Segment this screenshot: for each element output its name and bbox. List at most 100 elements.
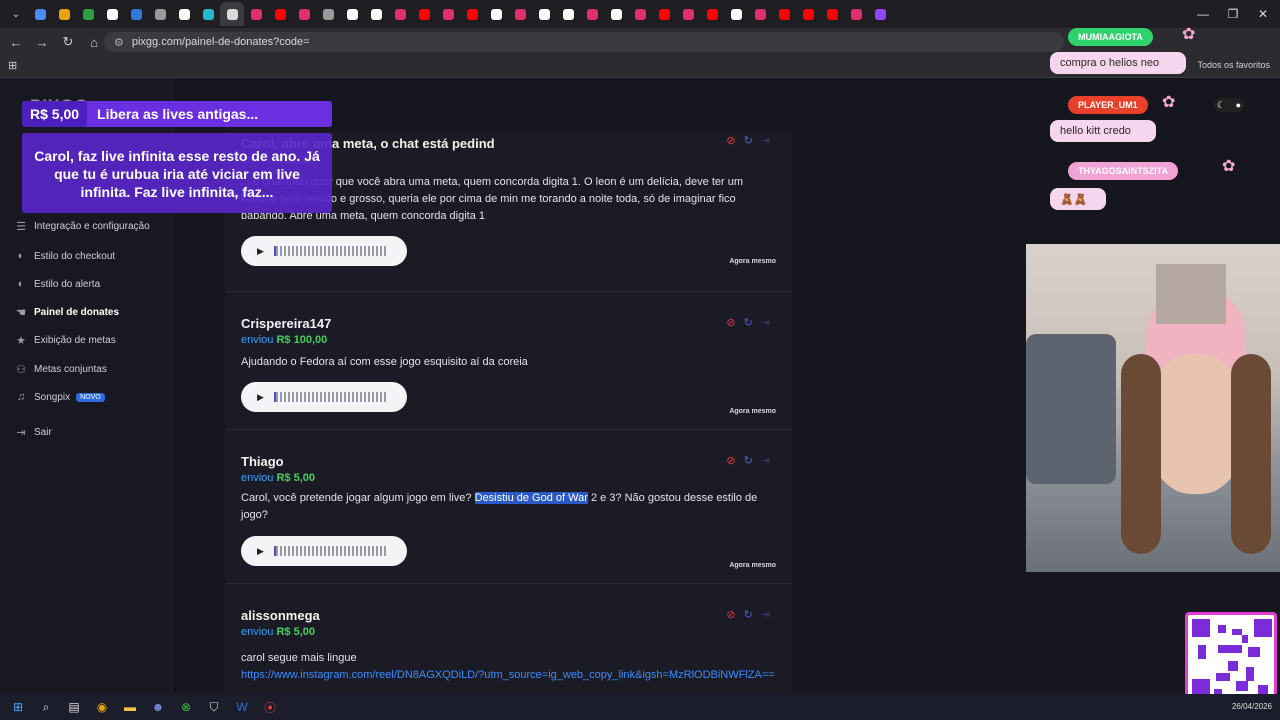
browser-tab[interactable] bbox=[268, 2, 292, 26]
browser-tab[interactable] bbox=[628, 2, 652, 26]
browser-tab[interactable] bbox=[484, 2, 508, 26]
flower-icon: ✿ bbox=[1222, 158, 1236, 175]
xbox-icon[interactable]: ⊗ bbox=[172, 695, 200, 719]
reload-icon[interactable]: ↻ bbox=[56, 30, 80, 54]
skip-icon[interactable]: ⇥ bbox=[761, 608, 770, 621]
skip-icon[interactable]: ⇥ bbox=[761, 316, 770, 329]
sent-prefix: enviou bbox=[241, 472, 274, 484]
browser-tab[interactable] bbox=[220, 2, 244, 26]
play-icon[interactable]: ▶ bbox=[257, 246, 264, 257]
browser-tab[interactable] bbox=[340, 2, 364, 26]
waveform[interactable] bbox=[273, 392, 386, 402]
audio-player[interactable]: ▶ bbox=[241, 236, 407, 266]
forward-icon[interactable]: → bbox=[30, 30, 54, 54]
replay-icon[interactable]: ↻ bbox=[744, 454, 753, 467]
browser-tab[interactable] bbox=[244, 2, 268, 26]
hair-shape bbox=[1121, 354, 1161, 554]
qr-code[interactable] bbox=[1185, 612, 1277, 702]
search-icon[interactable]: ⌕ bbox=[32, 695, 60, 719]
replay-icon[interactable]: ↻ bbox=[744, 316, 753, 329]
browser-tab[interactable] bbox=[292, 2, 316, 26]
home-icon[interactable]: ⌂ bbox=[82, 30, 106, 54]
browser-tab-bar: ⌄ bbox=[0, 0, 1280, 28]
browser-tab[interactable] bbox=[796, 2, 820, 26]
browser-tab[interactable] bbox=[76, 2, 100, 26]
tab-search-icon[interactable]: ⌄ bbox=[4, 2, 28, 26]
waveform[interactable] bbox=[273, 246, 386, 256]
audio-player[interactable]: ▶ bbox=[241, 536, 407, 566]
browser-tab[interactable] bbox=[532, 2, 556, 26]
browser-tab[interactable] bbox=[868, 2, 892, 26]
block-icon[interactable]: ⊘ bbox=[726, 454, 735, 467]
browser-tab[interactable] bbox=[388, 2, 412, 26]
task-view-icon[interactable]: ▤ bbox=[60, 695, 88, 719]
browser-tab[interactable] bbox=[724, 2, 748, 26]
apps-icon[interactable]: ⊞ bbox=[8, 59, 17, 72]
browser-tab[interactable] bbox=[556, 2, 580, 26]
browser-tab[interactable] bbox=[676, 2, 700, 26]
skip-icon[interactable]: ⇥ bbox=[761, 454, 770, 467]
browser-tab[interactable] bbox=[316, 2, 340, 26]
donor-name: Thiago bbox=[241, 454, 284, 469]
browser-tab[interactable] bbox=[148, 2, 172, 26]
qr-cell bbox=[1246, 667, 1254, 681]
browser-tab[interactable] bbox=[100, 2, 124, 26]
taskbar-date: 26/04/2026 bbox=[1231, 702, 1272, 711]
site-info-icon[interactable]: ⚙ bbox=[114, 36, 124, 49]
browser-tab[interactable] bbox=[604, 2, 628, 26]
browser-tab[interactable] bbox=[700, 2, 724, 26]
browser-tab[interactable] bbox=[172, 2, 196, 26]
folder-icon[interactable]: ▬ bbox=[116, 695, 144, 719]
browser-tab[interactable] bbox=[460, 2, 484, 26]
block-icon[interactable]: ⊘ bbox=[726, 134, 735, 147]
sidebar-item-label: Estilo do checkout bbox=[34, 250, 116, 262]
replay-icon[interactable]: ↻ bbox=[744, 134, 753, 147]
replay-icon[interactable]: ↻ bbox=[744, 608, 753, 621]
sidebar-item[interactable]: ◐ Estilo do checkout bbox=[14, 246, 116, 266]
block-icon[interactable]: ⊘ bbox=[726, 608, 735, 621]
sidebar-item[interactable]: ☚ Painel de donates bbox=[14, 302, 119, 322]
donation-alert-title: Libera as lives antigas... bbox=[97, 106, 259, 122]
shield-icon[interactable]: ⛉ bbox=[200, 695, 228, 719]
record-icon[interactable]: ⦿ bbox=[256, 695, 284, 719]
browser-tab[interactable] bbox=[652, 2, 676, 26]
browser-tab[interactable] bbox=[364, 2, 388, 26]
logout-icon: ⇥ bbox=[16, 426, 26, 439]
all-bookmarks[interactable]: Todos os favoritos bbox=[1197, 60, 1270, 70]
browser-tab[interactable] bbox=[436, 2, 460, 26]
sidebar-item[interactable]: ☰ Integração e configuração bbox=[14, 216, 150, 236]
browser-tab[interactable] bbox=[772, 2, 796, 26]
browser-tab[interactable] bbox=[508, 2, 532, 26]
block-icon[interactable]: ⊘ bbox=[726, 316, 735, 329]
sidebar-item[interactable]: ⚇ Metas conjuntas bbox=[14, 359, 107, 379]
discord-icon[interactable]: ☻ bbox=[144, 695, 172, 719]
back-icon[interactable]: ← bbox=[4, 30, 28, 54]
browser-tab[interactable] bbox=[124, 2, 148, 26]
browser-tab[interactable] bbox=[28, 2, 52, 26]
browser-tab[interactable] bbox=[412, 2, 436, 26]
browser-tab[interactable] bbox=[748, 2, 772, 26]
chrome-icon[interactable]: ◉ bbox=[88, 695, 116, 719]
browser-tab[interactable] bbox=[844, 2, 868, 26]
audio-player[interactable]: ▶ bbox=[241, 382, 407, 412]
play-icon[interactable]: ▶ bbox=[257, 546, 264, 557]
sidebar-item[interactable]: ★ Exibição de metas bbox=[14, 330, 116, 350]
message-link[interactable]: https://www.instagram.com/reel/DN8AGXQDi… bbox=[241, 669, 775, 681]
start-icon[interactable]: ⊞ bbox=[4, 695, 32, 719]
sidebar-item[interactable]: ⇥ Sair bbox=[14, 422, 51, 442]
browser-tab[interactable] bbox=[820, 2, 844, 26]
browser-tab[interactable] bbox=[196, 2, 220, 26]
theme-toggle[interactable]: ☾ ● bbox=[1214, 98, 1244, 112]
word-icon[interactable]: W bbox=[228, 695, 256, 719]
skip-icon[interactable]: ⇥ bbox=[761, 134, 770, 147]
close-window-icon[interactable]: ✕ bbox=[1248, 0, 1278, 28]
browser-tab[interactable] bbox=[52, 2, 76, 26]
donation-feed[interactable]: Carol, abre uma meta, o chat está pedind… bbox=[225, 132, 792, 694]
sidebar-item[interactable]: ◐ Estilo do alerta bbox=[14, 274, 100, 294]
maximize-icon[interactable]: ❐ bbox=[1218, 0, 1248, 28]
address-bar[interactable]: ⚙ pixgg.com/painel-de-donates?code= bbox=[104, 32, 1064, 52]
play-icon[interactable]: ▶ bbox=[257, 392, 264, 403]
sidebar-item[interactable]: ♫ Songpix NOVO bbox=[14, 387, 105, 407]
waveform[interactable] bbox=[273, 546, 386, 556]
browser-tab[interactable] bbox=[580, 2, 604, 26]
